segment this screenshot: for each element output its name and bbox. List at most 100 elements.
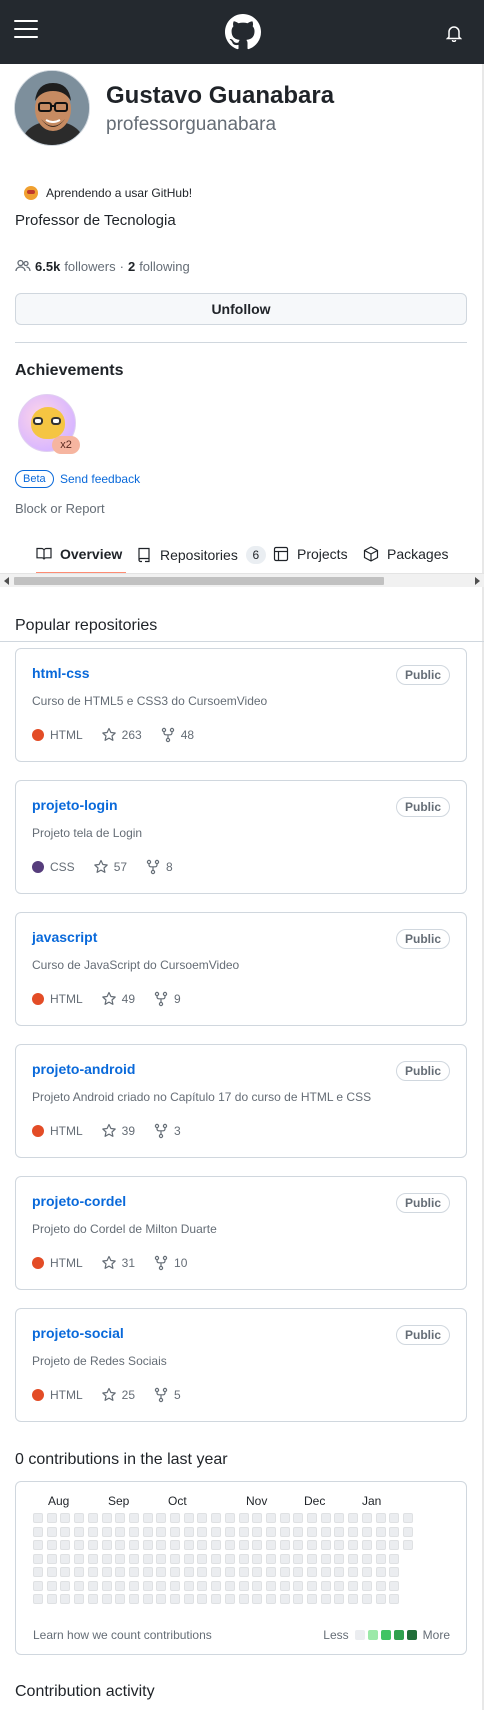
contribution-day[interactable]	[197, 1513, 207, 1523]
contribution-day[interactable]	[102, 1567, 112, 1577]
stargazers-link[interactable]: 57	[93, 859, 127, 875]
unfollow-button[interactable]: Unfollow	[15, 293, 467, 325]
send-feedback-link[interactable]: Send feedback	[60, 472, 140, 486]
contribution-day[interactable]	[143, 1513, 153, 1523]
contribution-day[interactable]	[239, 1567, 249, 1577]
contribution-day[interactable]	[143, 1594, 153, 1604]
scrollbar-thumb[interactable]	[14, 577, 384, 585]
contribution-day[interactable]	[88, 1527, 98, 1537]
contribution-day[interactable]	[74, 1567, 84, 1577]
contribution-day[interactable]	[293, 1594, 303, 1604]
contribution-day[interactable]	[321, 1554, 331, 1564]
contribution-day[interactable]	[143, 1527, 153, 1537]
forks-link[interactable]: 9	[153, 991, 181, 1007]
contribution-day[interactable]	[143, 1554, 153, 1564]
contribution-day[interactable]	[211, 1513, 221, 1523]
contribution-day[interactable]	[348, 1513, 358, 1523]
contribution-day[interactable]	[362, 1594, 372, 1604]
tab-overview[interactable]: Overview	[36, 546, 122, 562]
contribution-day[interactable]	[211, 1567, 221, 1577]
contribution-day[interactable]	[389, 1513, 399, 1523]
contribution-day[interactable]	[102, 1554, 112, 1564]
contribution-day[interactable]	[115, 1513, 125, 1523]
contribution-day[interactable]	[389, 1554, 399, 1564]
contribution-day[interactable]	[307, 1567, 317, 1577]
contribution-day[interactable]	[225, 1540, 235, 1550]
tab-packages[interactable]: Packages	[363, 546, 448, 562]
contribution-day[interactable]	[115, 1581, 125, 1591]
contribution-day[interactable]	[252, 1540, 262, 1550]
horizontal-scrollbar[interactable]	[0, 573, 484, 587]
contribution-day[interactable]	[156, 1581, 166, 1591]
scroll-left-arrow-icon[interactable]	[4, 577, 9, 585]
contribution-day[interactable]	[376, 1527, 386, 1537]
contribution-day[interactable]	[389, 1581, 399, 1591]
contribution-day[interactable]	[60, 1581, 70, 1591]
contribution-day[interactable]	[60, 1527, 70, 1537]
contribution-day[interactable]	[74, 1540, 84, 1550]
contribution-day[interactable]	[266, 1581, 276, 1591]
contribution-day[interactable]	[280, 1567, 290, 1577]
contribution-day[interactable]	[293, 1581, 303, 1591]
contribution-day[interactable]	[102, 1594, 112, 1604]
contribution-day[interactable]	[88, 1567, 98, 1577]
contribution-day[interactable]	[252, 1567, 262, 1577]
contribution-day[interactable]	[362, 1567, 372, 1577]
contribution-day[interactable]	[33, 1513, 43, 1523]
contribution-day[interactable]	[33, 1540, 43, 1550]
contribution-day[interactable]	[184, 1513, 194, 1523]
forks-link[interactable]: 3	[153, 1123, 181, 1139]
repo-name-link[interactable]: projeto-cordel	[32, 1193, 126, 1209]
contribution-day[interactable]	[280, 1594, 290, 1604]
contribution-day[interactable]	[293, 1540, 303, 1550]
followers-count[interactable]: 6.5k	[35, 259, 60, 274]
contribution-day[interactable]	[60, 1567, 70, 1577]
contribution-day[interactable]	[156, 1527, 166, 1537]
contribution-day[interactable]	[239, 1527, 249, 1537]
contribution-day[interactable]	[197, 1540, 207, 1550]
contribution-day[interactable]	[156, 1540, 166, 1550]
contribution-day[interactable]	[115, 1554, 125, 1564]
stargazers-link[interactable]: 263	[101, 727, 142, 743]
contribution-day[interactable]	[252, 1594, 262, 1604]
contribution-day[interactable]	[389, 1594, 399, 1604]
contribution-day[interactable]	[197, 1554, 207, 1564]
contribution-day[interactable]	[115, 1567, 125, 1577]
contribution-day[interactable]	[115, 1527, 125, 1537]
contribution-day[interactable]	[197, 1567, 207, 1577]
contribution-day[interactable]	[376, 1581, 386, 1591]
contribution-day[interactable]	[143, 1567, 153, 1577]
contribution-day[interactable]	[88, 1554, 98, 1564]
contribution-day[interactable]	[321, 1513, 331, 1523]
contribution-day[interactable]	[403, 1540, 413, 1550]
contribution-day[interactable]	[129, 1581, 139, 1591]
contribution-day[interactable]	[376, 1554, 386, 1564]
contribution-day[interactable]	[184, 1527, 194, 1537]
contribution-day[interactable]	[211, 1594, 221, 1604]
contribution-day[interactable]	[156, 1594, 166, 1604]
contribution-day[interactable]	[376, 1513, 386, 1523]
following-count[interactable]: 2	[128, 259, 135, 274]
contribution-day[interactable]	[74, 1513, 84, 1523]
contribution-day[interactable]	[115, 1540, 125, 1550]
following-label[interactable]: following	[139, 259, 190, 274]
contribution-day[interactable]	[348, 1527, 358, 1537]
contribution-day[interactable]	[156, 1567, 166, 1577]
contribution-day[interactable]	[102, 1527, 112, 1537]
forks-link[interactable]: 10	[153, 1255, 187, 1271]
contribution-day[interactable]	[334, 1554, 344, 1564]
contribution-day[interactable]	[60, 1594, 70, 1604]
contribution-day[interactable]	[170, 1540, 180, 1550]
contribution-day[interactable]	[211, 1554, 221, 1564]
user-status[interactable]: Aprendendo a usar GitHub!	[14, 180, 202, 206]
contribution-day[interactable]	[239, 1594, 249, 1604]
contribution-day[interactable]	[362, 1513, 372, 1523]
contribution-day[interactable]	[362, 1581, 372, 1591]
contribution-day[interactable]	[307, 1594, 317, 1604]
contribution-day[interactable]	[239, 1513, 249, 1523]
contribution-day[interactable]	[376, 1594, 386, 1604]
contribution-day[interactable]	[252, 1581, 262, 1591]
contribution-day[interactable]	[47, 1554, 57, 1564]
contribution-day[interactable]	[389, 1527, 399, 1537]
contribution-day[interactable]	[74, 1594, 84, 1604]
